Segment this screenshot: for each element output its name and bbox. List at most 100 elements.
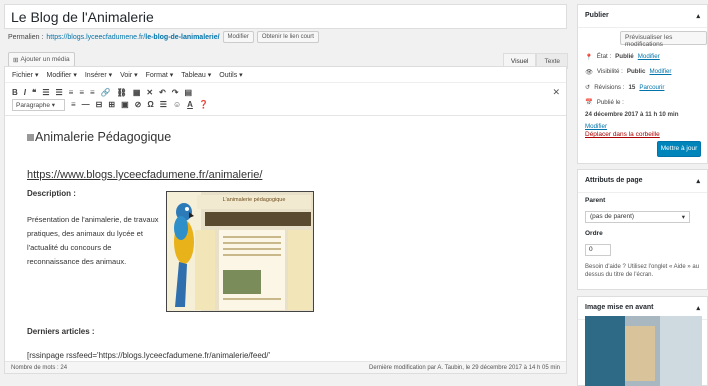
editor-statusbar: Nombre de mots : 24 Dernière modificatio… xyxy=(5,361,566,373)
editor-toolbar-2: Paragraphe ▾ ≡ — ⊟ ⊞ ▣ ⊘ Ω ☰ ☺ A ❓ xyxy=(12,98,209,111)
help-icon[interactable]: ❓ xyxy=(199,100,209,109)
order-label: Ordre xyxy=(585,230,603,237)
trash-link[interactable]: Déplacer dans la corbeille xyxy=(585,131,660,138)
horizontal-rule-icon[interactable]: — xyxy=(82,100,90,109)
editor-menubar: Fichier ▾ Modifier ▾ Insérer ▾ Voir ▾ Fo… xyxy=(5,67,566,83)
menu-format[interactable]: Format ▾ xyxy=(146,71,174,79)
blockquote-icon[interactable]: ❝ xyxy=(32,88,36,97)
collapse-icon[interactable]: ▴ xyxy=(696,304,700,312)
order-input[interactable]: 0 xyxy=(585,244,611,256)
post-title-input[interactable]: Le Blog de l'Animalerie xyxy=(4,4,567,29)
history-icon: ↺ xyxy=(585,84,591,91)
featured-image-region xyxy=(660,316,702,386)
align-left-icon[interactable]: ≡ xyxy=(69,88,74,97)
site-thumbnail-image[interactable]: L'animalerie pédagogique xyxy=(166,191,314,312)
fullscreen-icon[interactable]: ✕ xyxy=(552,87,560,98)
thumbnail-text-line xyxy=(223,242,281,244)
published-row: 📅 Publié le :24 décembre 2017 à 11 h 10 … xyxy=(585,99,679,131)
page-attributes-box: Attributs de page ▴ Parent (pas de parent… xyxy=(577,169,708,290)
collapse-icon[interactable]: ▴ xyxy=(696,12,700,20)
pin-icon: 📍 xyxy=(585,54,593,61)
numbered-list-icon[interactable]: ☰ xyxy=(56,88,63,97)
collapse-icon[interactable]: ▴ xyxy=(696,177,700,185)
edit-status-link[interactable]: Modifier xyxy=(638,53,660,61)
featured-image[interactable] xyxy=(585,316,702,386)
outdent-icon[interactable]: ⊟ xyxy=(96,100,103,109)
align-right-icon[interactable]: ≡ xyxy=(90,88,95,97)
editor-frame: Fichier ▾ Modifier ▾ Insérer ▾ Voir ▾ Fo… xyxy=(4,66,567,374)
thumbnail-right-column xyxy=(288,230,312,310)
italic-icon[interactable]: I xyxy=(24,88,26,97)
unlink-icon[interactable]: ⛓ xyxy=(117,88,127,97)
calendar-icon: 📅 xyxy=(585,99,593,106)
indent-icon[interactable]: ⊞ xyxy=(108,100,115,109)
description-text: Présentation de l'animalerie, de travaux… xyxy=(27,215,159,266)
permalink-link[interactable]: https://blogs.lyceecfadumene.fr/le-blog-… xyxy=(46,34,219,41)
menu-table[interactable]: Tableau ▾ xyxy=(181,71,211,79)
publish-box-header[interactable]: Publier ▴ xyxy=(578,5,707,28)
thumbnail-sidebar xyxy=(195,230,215,310)
shortlink-button[interactable]: Obtenir le lien court xyxy=(256,31,319,43)
bold-icon[interactable]: B xyxy=(12,88,18,97)
menu-file[interactable]: Fichier ▾ xyxy=(12,71,38,79)
text-color-icon[interactable]: A xyxy=(187,100,193,109)
redo-icon[interactable]: ↷ xyxy=(172,88,179,97)
link-icon[interactable]: 🔗 xyxy=(101,88,111,97)
add-media-button[interactable]: ⊞ Ajouter un média xyxy=(8,52,75,67)
visibility-row: 👁 Visibilité : Public Modifier xyxy=(585,68,672,76)
permalink-label: Permalien : xyxy=(8,33,44,41)
add-media-label: Ajouter un média xyxy=(20,56,70,63)
table-icon[interactable]: ▦ xyxy=(133,88,141,97)
image-placeholder-icon xyxy=(27,134,34,141)
permalink-row: Permalien : https://blogs.lyceecfadumene… xyxy=(8,30,319,44)
menu-view[interactable]: Voir ▾ xyxy=(120,71,138,79)
kitchen-sink-icon[interactable]: ▤ xyxy=(184,88,192,97)
remove-format-icon[interactable]: ✕ xyxy=(146,88,153,97)
thumbnail-text-line xyxy=(223,236,281,238)
featured-image-region xyxy=(625,326,655,381)
clear-format-icon[interactable]: ⊘ xyxy=(135,100,142,109)
revisions-row: ↺ Révisions :15 Parcourir xyxy=(585,84,665,91)
paste-text-icon[interactable]: ▣ xyxy=(121,100,129,109)
parent-select[interactable]: (pas de parent) ▾ xyxy=(585,211,690,223)
preview-button[interactable]: Prévisualiser les modifications xyxy=(620,31,707,48)
editor-content[interactable]: Animalerie Pédagogique https://www.blogs… xyxy=(5,115,566,360)
parent-label: Parent xyxy=(585,197,606,204)
menu-tools[interactable]: Outils ▾ xyxy=(219,71,242,79)
featured-image-box: Image mise en avant ▴ xyxy=(577,296,708,386)
update-button[interactable]: Mettre à jour xyxy=(657,141,701,157)
page-heading: Animalerie Pédagogique xyxy=(27,130,171,144)
thumbnail-text-line xyxy=(223,248,281,250)
featured-image-region xyxy=(585,316,625,386)
special-char-icon[interactable]: Ω xyxy=(147,100,153,109)
latest-articles-title: Derniers articles : xyxy=(27,327,95,336)
thumbnail-banner-photo xyxy=(205,212,311,226)
rss-shortcode: [rssinpage rssfeed='https://blogs.lyceec… xyxy=(27,351,270,360)
thumbnail-group-photo xyxy=(223,270,261,294)
menu-edit[interactable]: Modifier ▾ xyxy=(46,71,76,79)
thumbnail-text-line xyxy=(223,298,281,300)
align-center-icon[interactable]: ≡ xyxy=(79,88,84,97)
edit-visibility-link[interactable]: Modifier xyxy=(649,68,671,76)
list-icon[interactable]: ☰ xyxy=(160,100,167,109)
page-url-link[interactable]: https://www.blogs.lyceecfadumene.fr/anim… xyxy=(27,169,262,181)
emoji-icon[interactable]: ☺ xyxy=(173,100,181,109)
browse-revisions-link[interactable]: Parcourir xyxy=(639,84,664,91)
description-title: Description : xyxy=(27,189,76,198)
publish-box: Publier ▴ Prévisualiser les modifications… xyxy=(577,4,708,164)
thumbnail-header: L'animalerie pédagogique xyxy=(197,195,311,209)
media-icon: ⊞ xyxy=(13,56,19,64)
justify-icon[interactable]: ≡ xyxy=(71,100,76,109)
attributes-help-text: Besoin d'aide ? Utilisez l'onglet « Aide… xyxy=(585,264,700,278)
status-row: 📍 État : Publié Modifier xyxy=(585,53,660,61)
attributes-box-header[interactable]: Attributs de page ▴ xyxy=(578,170,707,193)
undo-icon[interactable]: ↶ xyxy=(159,88,166,97)
edit-date-link[interactable]: Modifier xyxy=(585,123,607,131)
menu-insert[interactable]: Insérer ▾ xyxy=(85,71,112,79)
last-modified: Dernière modification par A. Taubin, le … xyxy=(368,364,560,371)
word-count: Nombre de mots : 24 xyxy=(11,364,68,371)
bullet-list-icon[interactable]: ☰ xyxy=(42,88,49,97)
format-select[interactable]: Paragraphe ▾ xyxy=(12,98,65,111)
modify-permalink-button[interactable]: Modifier xyxy=(222,31,254,43)
eye-icon: 👁 xyxy=(585,69,593,76)
